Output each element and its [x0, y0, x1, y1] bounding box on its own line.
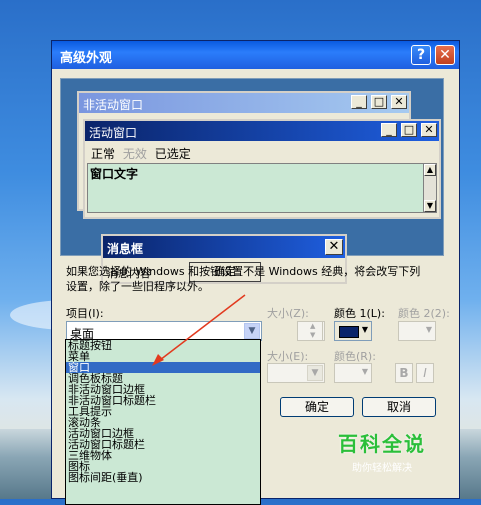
minimize-icon: _	[351, 95, 367, 109]
info-text-line2: 设置，除了一些旧程序以外。	[66, 280, 209, 293]
font-size-select[interactable]: ▼	[267, 363, 325, 383]
scroll-down-icon: ▼	[424, 200, 436, 212]
maximize-icon: □	[401, 123, 417, 137]
inactive-window-title: 非活动窗口	[83, 98, 144, 112]
size-label: 大小(Z):	[267, 307, 309, 320]
item-label: 项目(I):	[66, 307, 104, 320]
color1-picker[interactable]: ▼	[334, 321, 372, 341]
item-select[interactable]: 桌面 ▼	[66, 321, 262, 341]
window-text: 窗口文字	[90, 167, 139, 181]
list-item[interactable]: 图标间距(垂直)	[66, 472, 260, 483]
color1-label: 颜色 1(L):	[334, 307, 385, 320]
close-button[interactable]: ✕	[435, 45, 455, 65]
color1-swatch	[339, 326, 359, 338]
chevron-down-icon: ▼	[361, 325, 368, 334]
info-text: 如果您选择的 Windows 和按钮设置不是 Windows 经典，将会改写下列…	[66, 264, 446, 294]
bold-toggle[interactable]: B	[395, 363, 413, 383]
close-icon: ✕	[391, 95, 407, 109]
color2-label: 颜色 2(2):	[398, 307, 450, 320]
watermark-sub: 助你轻松解决	[352, 463, 412, 474]
preview-area[interactable]: 非活动窗口 _ □ ✕ 活动窗口 _ □ ✕ 正常 无效 已选定 窗口文字 ▲ …	[60, 78, 444, 284]
inactive-titlebar: 非活动窗口 _ □ ✕	[79, 93, 409, 113]
preview-menu-bar: 正常 无效 已选定	[87, 142, 437, 162]
help-button[interactable]: ?	[411, 45, 431, 65]
watermark: 百科全说 助你轻松解决	[338, 428, 426, 474]
message-box-titlebar: 消息框 ✕	[103, 236, 345, 258]
chevron-down-icon: ▼	[307, 365, 323, 381]
menu-normal: 正常	[91, 147, 116, 161]
list-item[interactable]: 标题按钮	[66, 340, 260, 351]
menu-disabled: 无效	[122, 147, 147, 161]
preview-active-window: 活动窗口 _ □ ✕ 正常 无效 已选定 窗口文字 ▲ ▼	[83, 119, 441, 219]
active-window-title: 活动窗口	[89, 126, 138, 140]
spin-up-icon: ▲	[310, 322, 316, 330]
close-icon: ✕	[325, 239, 343, 255]
spin-down-icon: ▼	[310, 331, 316, 339]
chevron-down-icon: ▼	[425, 325, 432, 334]
minimize-icon: _	[381, 123, 397, 137]
list-item[interactable]: 三维物体	[66, 450, 260, 461]
watermark-main: 百科全说	[338, 432, 426, 456]
active-titlebar: 活动窗口 _ □ ✕	[85, 121, 439, 141]
size-spinner[interactable]: ▲ ▼	[307, 321, 323, 341]
italic-toggle[interactable]: I	[416, 363, 434, 383]
dialog-title: 高级外观	[60, 51, 113, 66]
cancel-button[interactable]: 取消	[362, 397, 436, 417]
chevron-down-icon[interactable]: ▼	[244, 323, 260, 339]
dialog-titlebar[interactable]: 高级外观 ? ✕	[52, 41, 459, 69]
font-color-picker[interactable]: ▼	[334, 363, 372, 383]
chevron-down-icon: ▼	[361, 367, 368, 376]
close-icon: ✕	[421, 123, 437, 137]
list-item[interactable]: 菜单	[66, 351, 260, 362]
color2-picker[interactable]: ▼	[398, 321, 436, 341]
font-size-label: 大小(E):	[267, 350, 309, 363]
preview-scrollbar: ▲ ▼	[423, 163, 437, 213]
item-dropdown-list[interactable]: 标题按钮 菜单 窗口 调色板标题 非活动窗口边框 非活动窗口标题栏 工具提示 滚动条 活动窗口边…	[65, 339, 261, 505]
message-box-title: 消息框	[107, 242, 144, 256]
ok-button[interactable]: 确定	[280, 397, 354, 417]
preview-window-text-area: 窗口文字	[87, 163, 425, 213]
maximize-icon: □	[371, 95, 387, 109]
menu-selected: 已选定	[154, 147, 191, 161]
font-color-label: 颜色(R):	[334, 350, 376, 363]
scroll-up-icon: ▲	[424, 164, 436, 176]
info-text-line1: 如果您选择的 Windows 和按钮设置不是 Windows 经典，将会改写下列	[66, 265, 421, 278]
